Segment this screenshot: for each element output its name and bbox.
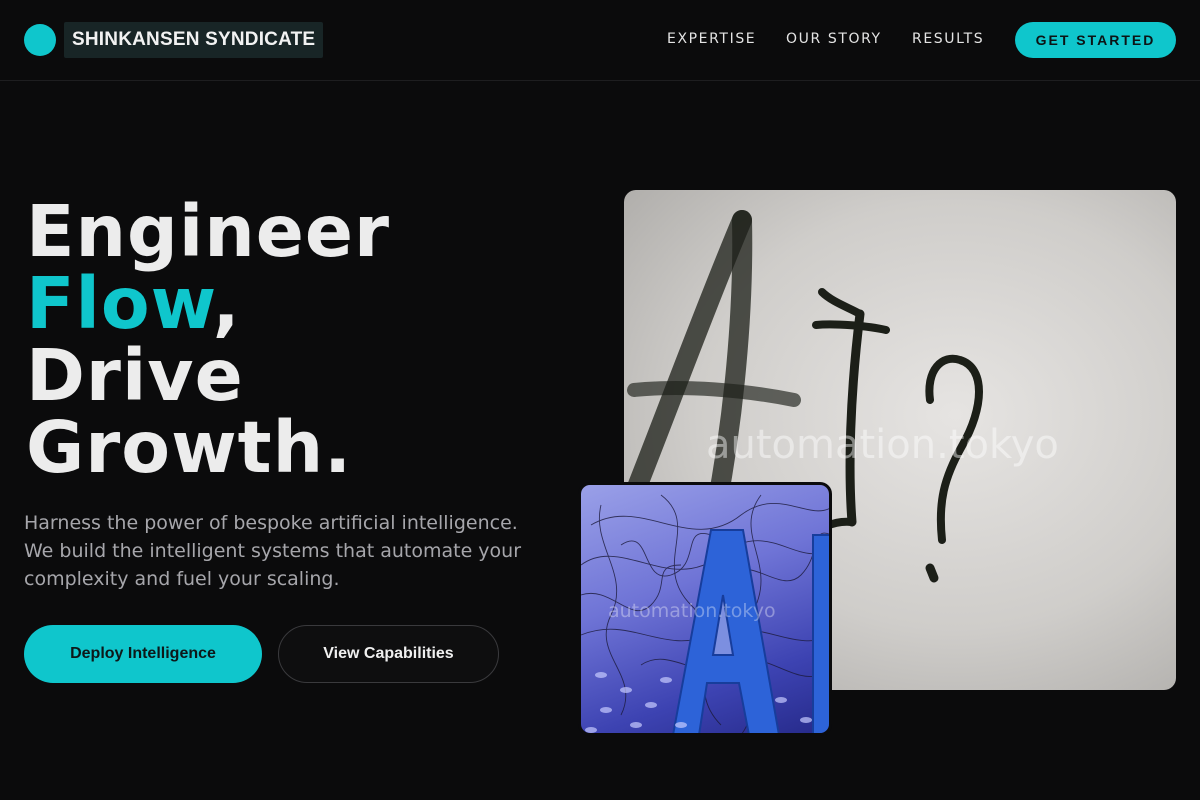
nav-link-expertise[interactable]: EXPERTISE xyxy=(667,31,756,47)
get-started-button[interactable]: GET STARTED xyxy=(1015,22,1176,58)
image-watermark: automation.tokyo xyxy=(706,422,1059,468)
brand-name[interactable]: SHINKANSEN SYNDICATE xyxy=(64,22,324,58)
headline-comma: , xyxy=(212,262,241,345)
deploy-intelligence-button[interactable]: Deploy Intelligence xyxy=(24,625,262,683)
headline-line-4: Growth. xyxy=(26,406,353,489)
headline-line-3: Drive xyxy=(26,334,244,417)
headline-accent-word: Flow xyxy=(26,262,213,345)
hero-subtext: Harness the power of bespoke artificial … xyxy=(24,512,522,590)
hero-image-ai-3d: automation.tokyo xyxy=(578,482,832,736)
nav-link-results[interactable]: RESULTS xyxy=(912,31,984,47)
logo-icon[interactable] xyxy=(24,24,56,56)
hero-headline: Engineer Flow, Drive Growth. xyxy=(26,196,390,484)
top-navbar: SHINKANSEN SYNDICATE EXPERTISE OUR STORY… xyxy=(0,0,1200,81)
image-watermark-small: automation.tokyo xyxy=(608,600,776,622)
nav-link-our-story[interactable]: OUR STORY xyxy=(786,31,882,47)
view-capabilities-button[interactable]: View Capabilities xyxy=(278,625,499,683)
headline-line-1: Engineer xyxy=(26,190,391,273)
